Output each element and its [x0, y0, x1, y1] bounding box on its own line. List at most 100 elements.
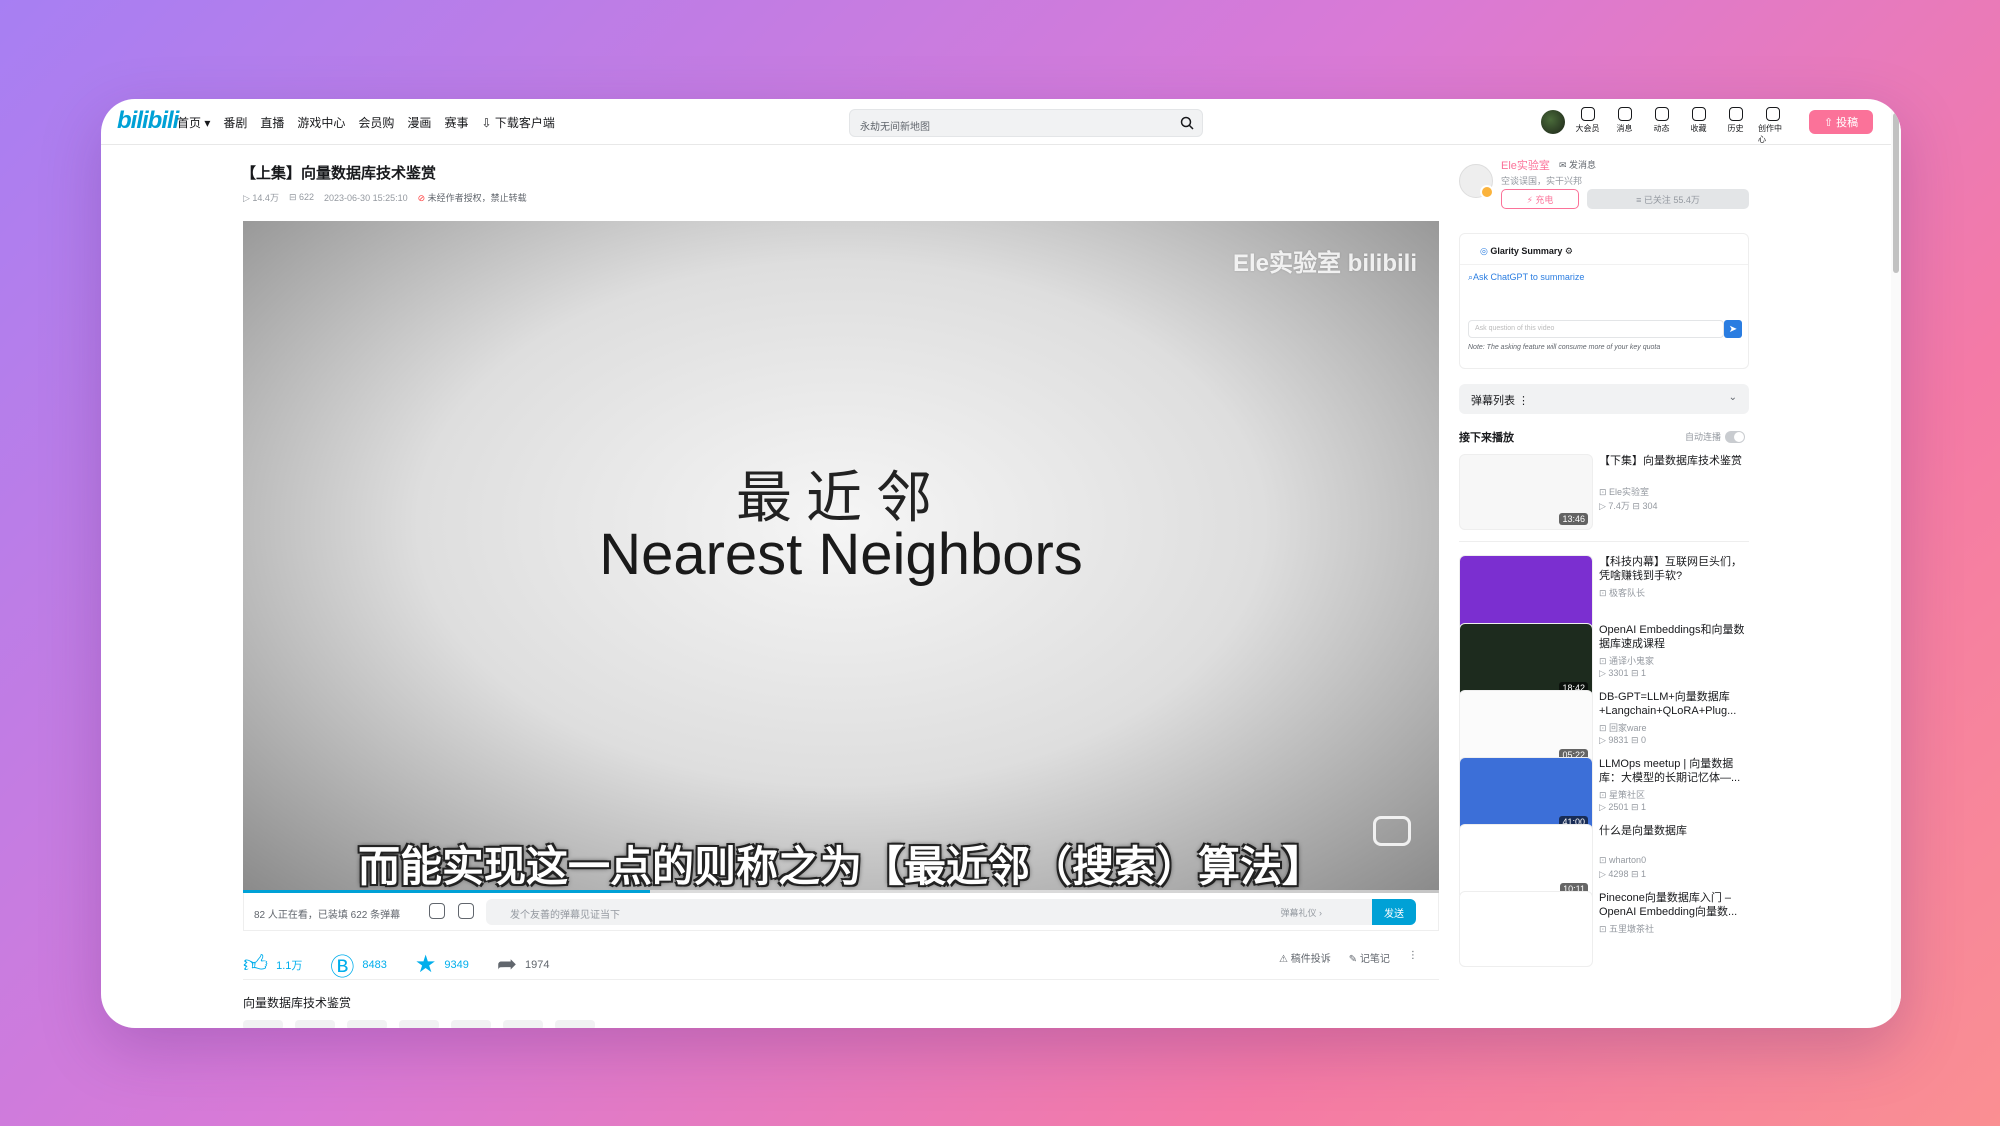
rec-thumbnail[interactable]: 18:42 [1459, 623, 1593, 699]
tag-row [243, 1020, 595, 1028]
rec-thumbnail[interactable]: 10:11 [1459, 824, 1593, 900]
nav-item-match[interactable]: 赛事 [444, 114, 468, 131]
creator-icon [1765, 107, 1780, 121]
uploader-name[interactable]: Ele实验室 [1501, 157, 1550, 173]
rec-item[interactable]: 13:46 【下集】向量数据库技术鉴赏 ⊡ Ele实验室 ▷ 7.4万 ⊟ 304 [1459, 454, 1749, 532]
autoplay-toggle[interactable]: 自动连播 [1685, 430, 1746, 443]
rec-thumbnail[interactable]: 41:00 [1459, 757, 1593, 833]
video-description: 向量数据库技术鉴赏 [243, 996, 352, 1010]
video-subtitle: 而能实现这一点的则称之为【最近邻（搜索）算法】 [357, 843, 1324, 890]
favorite-action-button[interactable]: ★ 9349 [415, 950, 469, 979]
uploader-sign: 空谈误国，实干兴邦 [1501, 176, 1583, 186]
like-button[interactable]: 👍︎ 1.1万 [243, 951, 302, 979]
rec-title[interactable]: OpenAI Embeddings和向量数据库速成课程 [1599, 623, 1751, 651]
send-icon[interactable]: ➤ [1724, 320, 1742, 338]
danmaku-input[interactable]: 发个友善的弹幕见证当下 弹幕礼仪 › [486, 899, 1372, 925]
rec-title[interactable]: 【科技内幕】互联网巨头们，凭啥赚钱到手软? [1599, 555, 1751, 583]
more-icon[interactable]: ⋮ [1408, 950, 1418, 965]
rec-thumbnail[interactable] [1459, 891, 1593, 967]
rec-title[interactable]: Pinecone向量数据库入门 – OpenAI Embedding向量数... [1599, 891, 1751, 919]
divider [1459, 541, 1749, 542]
rec-title[interactable]: DB-GPT=LLM+向量数据库+Langchain+QLoRA+Plug... [1599, 690, 1751, 718]
vip-button[interactable]: 大会员 [1573, 107, 1602, 145]
tag-chip[interactable] [243, 1020, 283, 1028]
glarity-panel: Glarity Summary ⚙ ⌕Ask ChatGPT to summar… [1459, 233, 1749, 369]
divider [1460, 264, 1748, 265]
nav-item-download[interactable]: ⇩ 下载客户端 [481, 114, 554, 131]
danmaku-toggle-icon[interactable] [429, 903, 445, 919]
tag-chip[interactable] [399, 1020, 439, 1028]
rec-thumbnail[interactable]: 05:22 [1459, 690, 1593, 766]
dynamic-icon [1654, 107, 1669, 121]
search-input[interactable]: 永劫无间新地图 [849, 109, 1203, 137]
search-icon[interactable] [1180, 116, 1194, 130]
user-avatar[interactable] [1541, 110, 1565, 134]
favorite-button[interactable]: 收藏 [1684, 107, 1713, 145]
danmaku-send-button[interactable]: 发送 [1372, 899, 1416, 925]
scrollbar[interactable] [1891, 99, 1901, 1028]
nav-item-home[interactable]: 首页 ▾ [177, 114, 210, 131]
rec-author[interactable]: ⊡ Ele实验室 [1599, 485, 1649, 498]
nav-item-game[interactable]: 游戏中心 [297, 114, 345, 131]
charge-button[interactable]: ⚡ 充电 [1501, 189, 1579, 209]
creator-button[interactable]: 创作中心 [1758, 107, 1787, 145]
rec-thumbnail[interactable]: 13:46 [1459, 454, 1593, 530]
tag-chip[interactable] [503, 1020, 543, 1028]
main-nav: 首页 ▾ 番剧 直播 游戏中心 会员购 漫画 赛事 ⇩ 下载客户端 [177, 114, 555, 131]
danmaku-settings-icon[interactable] [458, 903, 474, 919]
glarity-question-input[interactable]: Ask question of this video [1468, 320, 1724, 338]
danmaku-count: ⊟ 622 [288, 192, 315, 202]
history-icon [1728, 107, 1743, 121]
report-button[interactable]: ⚠ 稿件投诉 [1279, 950, 1331, 965]
message-button[interactable]: 消息 [1610, 107, 1639, 145]
rec-author[interactable]: ⊡ wharton0 [1599, 855, 1646, 866]
video-player[interactable]: Ele实验室 bilibili 最近邻 Nearest Neighbors 而能… [243, 221, 1439, 893]
share-button[interactable]: ➦ 1974 [497, 950, 550, 979]
browser-window: bilibili 首页 ▾ 番剧 直播 游戏中心 会员购 漫画 赛事 ⇩ 下载客… [101, 99, 1901, 1028]
rec-author[interactable]: ⊡ 通译小鬼家 [1599, 654, 1654, 667]
rec-author[interactable]: ⊡ 星策社区 [1599, 788, 1645, 801]
send-message-link[interactable]: ✉ 发消息 [1559, 158, 1596, 171]
rec-title[interactable]: 什么是向量数据库 [1599, 824, 1751, 838]
history-button[interactable]: 历史 [1721, 107, 1750, 145]
nav-item-mall[interactable]: 会员购 [358, 114, 394, 131]
upload-button[interactable]: ⇧ 投稿 [1809, 110, 1873, 134]
tv-icon [1373, 816, 1411, 846]
tag-chip[interactable] [555, 1020, 595, 1028]
header-icons: 大会员 消息 动态 收藏 历史 创作中心 [1573, 107, 1787, 145]
glarity-title: Glarity Summary ⚙ [1480, 246, 1573, 257]
danmaku-status: 82 人正在看，已装填 622 条弹幕 [254, 910, 401, 921]
video-title: 【上集】向量数据库技术鉴赏 [241, 165, 437, 182]
danmaku-list-toggle[interactable]: 弹幕列表 ⋮ ⌄ [1459, 384, 1749, 414]
rec-author[interactable]: ⊡ 回家ware [1599, 721, 1647, 734]
tag-chip[interactable] [451, 1020, 491, 1028]
toggle-switch[interactable] [1725, 430, 1746, 443]
follow-button[interactable]: ≡ 已关注 55.4万 [1587, 189, 1749, 209]
divider [243, 979, 1439, 980]
ask-chatgpt-link[interactable]: ⌕Ask ChatGPT to summarize [1468, 272, 1584, 283]
bilibili-logo[interactable]: bilibili [117, 107, 179, 135]
rec-stats: ▷ 3301 ⊟ 1 [1599, 668, 1646, 678]
rec-item[interactable]: 【科技内幕】互联网巨头们，凭啥赚钱到手软? ⊡ 极客队长 [1459, 555, 1749, 633]
coin-button[interactable]: Ⓑ 8483 [330, 947, 386, 982]
rec-author[interactable]: ⊡ 五里墩茶社 [1599, 922, 1654, 935]
note-button[interactable]: ✎ 记笔记 [1349, 950, 1390, 965]
rec-item[interactable]: Pinecone向量数据库入门 – OpenAI Embedding向量数...… [1459, 891, 1749, 969]
tag-chip[interactable] [295, 1020, 335, 1028]
rec-duration: 13:46 [1559, 513, 1588, 525]
rec-thumbnail[interactable] [1459, 555, 1593, 631]
nav-item-live[interactable]: 直播 [260, 114, 284, 131]
rec-author[interactable]: ⊡ 极客队长 [1599, 586, 1645, 599]
rec-title[interactable]: 【下集】向量数据库技术鉴赏 [1599, 454, 1751, 468]
danmaku-etiquette-link[interactable]: 弹幕礼仪 › [1281, 906, 1323, 919]
message-icon [1617, 107, 1632, 121]
tag-chip[interactable] [347, 1020, 387, 1028]
nav-item-manga[interactable]: 漫画 [407, 114, 431, 131]
rec-stats: ▷ 4298 ⊟ 1 [1599, 869, 1646, 879]
search-placeholder: 永劫无间新地图 [860, 122, 930, 133]
nav-item-anime[interactable]: 番剧 [223, 114, 247, 131]
dynamic-button[interactable]: 动态 [1647, 107, 1676, 145]
rec-title[interactable]: LLMOps meetup | 向量数据库：大模型的长期记忆体—... [1599, 757, 1751, 785]
uploader-avatar[interactable] [1459, 164, 1494, 199]
scrollbar-thumb[interactable] [1893, 113, 1899, 273]
